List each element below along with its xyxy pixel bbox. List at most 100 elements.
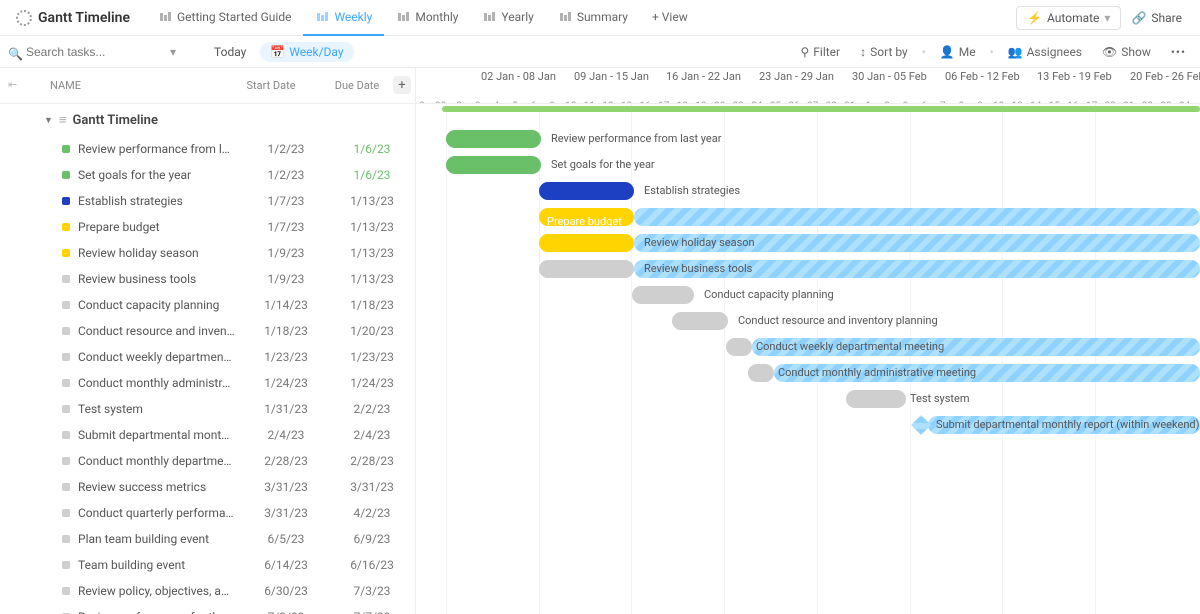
chevron-down-icon: ▾ (1104, 11, 1110, 25)
gantt-row[interactable] (416, 542, 1200, 568)
gantt-row[interactable] (416, 568, 1200, 594)
assignees-filter[interactable]: 👥Assignees (1002, 45, 1088, 59)
automate-button[interactable]: ⚡ Automate ▾ (1016, 6, 1121, 30)
gantt-bar[interactable] (446, 130, 541, 148)
status-dot (62, 301, 70, 309)
gantt-bar[interactable] (539, 234, 634, 252)
milestone-diamond[interactable] (911, 415, 931, 435)
me-filter[interactable]: 👤Me (934, 45, 982, 59)
task-row[interactable]: Test system 1/31/23 2/2/23 (0, 396, 415, 422)
eye-icon: 👁 (1102, 45, 1117, 59)
gantt-row[interactable] (416, 438, 1200, 464)
share-icon: 🔗 (1131, 11, 1146, 25)
task-start: 1/2/23 (243, 142, 329, 156)
title-text: Gantt Timeline (38, 10, 130, 26)
task-row[interactable]: Review holiday season 1/9/23 1/13/23 (0, 240, 415, 266)
gantt-row[interactable]: Review performance from last year (416, 126, 1200, 152)
tab-monthly[interactable]: Monthly (384, 0, 470, 36)
task-row[interactable]: Review business tools 1/9/23 1/13/23 (0, 266, 415, 292)
filterbar: 🔍 ▾ Today 📅 Week/Day ⚲Filter ↕Sort by • … (0, 36, 1200, 68)
gantt-bar[interactable] (748, 364, 774, 382)
gantt-bar[interactable] (846, 390, 906, 408)
task-due: 1/18/23 (329, 298, 415, 312)
gantt-body[interactable]: Review performance from last yearSet goa… (416, 104, 1200, 614)
more-button[interactable]: ••• (1165, 45, 1192, 59)
task-due: 2/28/23 (329, 454, 415, 468)
tab-summary[interactable]: Summary (546, 0, 640, 36)
gantt-row[interactable]: Review business tools (416, 256, 1200, 282)
task-row[interactable]: Conduct quarterly performance m... 3/31/… (0, 500, 415, 526)
gantt-row[interactable]: Conduct resource and inventory planning (416, 308, 1200, 334)
gantt-row[interactable]: Submit departmental monthly report (with… (416, 412, 1200, 438)
search-box[interactable]: 🔍 (8, 45, 158, 59)
task-due: 3/31/23 (329, 480, 415, 494)
tab-yearly[interactable]: Yearly (470, 0, 545, 36)
task-row[interactable]: Submit departmental monthly re... 2/4/23… (0, 422, 415, 448)
gantt-pane[interactable]: 02 Jan - 08 Jan09 Jan - 15 Jan16 Jan - 2… (416, 68, 1200, 614)
task-row[interactable]: Review success metrics 3/31/23 3/31/23 (0, 474, 415, 500)
col-name[interactable]: NAME (0, 79, 228, 92)
task-row[interactable]: Conduct monthly departmental m... 2/28/2… (0, 448, 415, 474)
task-row[interactable]: Set goals for the year 1/2/23 1/6/23 (0, 162, 415, 188)
gantt-bar[interactable]: Prepare budget (539, 208, 634, 226)
people-icon: 👥 (1008, 45, 1023, 59)
tab-label: Weekly (334, 10, 372, 24)
gantt-row[interactable]: Conduct monthly administrative meeting (416, 360, 1200, 386)
gantt-bar[interactable] (539, 182, 634, 200)
tab-guide[interactable]: Getting Started Guide (146, 0, 303, 36)
task-due: 7/7/23 (329, 610, 415, 614)
task-due: 1/6/23 (329, 168, 415, 182)
gantt-bar[interactable] (446, 156, 541, 174)
gantt-bar[interactable] (632, 286, 694, 304)
task-row[interactable]: Review policy, objectives, and busi... 6… (0, 578, 415, 604)
chevron-down-icon[interactable]: ▾ (166, 45, 180, 59)
task-start: 1/2/23 (243, 168, 329, 182)
gantt-bar[interactable] (672, 312, 728, 330)
task-row[interactable]: Review performance for the last 6 ... 7/… (0, 604, 415, 614)
gantt-row[interactable] (416, 464, 1200, 490)
share-button[interactable]: 🔗 Share (1121, 7, 1192, 29)
gantt-row[interactable]: Test system (416, 386, 1200, 412)
automate-label: Automate (1047, 11, 1099, 25)
tab-weekly[interactable]: Weekly (303, 0, 384, 36)
weekday-toggle[interactable]: 📅 Week/Day (260, 42, 353, 62)
search-input[interactable] (8, 45, 158, 59)
gantt-bar[interactable] (726, 338, 752, 356)
task-row[interactable]: Prepare budget 1/7/23 1/13/23 (0, 214, 415, 240)
gantt-row[interactable]: Review holiday season (416, 230, 1200, 256)
task-row[interactable]: Establish strategies 1/7/23 1/13/23 (0, 188, 415, 214)
today-button[interactable]: Today (208, 45, 252, 59)
gantt-bar-extension[interactable] (634, 208, 1200, 226)
topbar: Gantt Timeline Getting Started Guide Week… (0, 0, 1200, 36)
gantt-row[interactable] (416, 516, 1200, 542)
gantt-row[interactable]: Prepare budget (416, 204, 1200, 230)
gantt-row[interactable] (416, 594, 1200, 614)
gantt-row[interactable]: Set goals for the year (416, 152, 1200, 178)
task-row[interactable]: Conduct monthly administrative m... 1/24… (0, 370, 415, 396)
task-row[interactable]: Review performance from last year 1/2/23… (0, 136, 415, 162)
add-column-button[interactable]: + (393, 76, 411, 94)
filter-button[interactable]: ⚲Filter (794, 45, 846, 59)
gantt-row[interactable]: Conduct capacity planning (416, 282, 1200, 308)
task-row[interactable]: Conduct capacity planning 1/14/23 1/18/2… (0, 292, 415, 318)
sortby-label: Sort by (870, 45, 908, 59)
task-row[interactable]: Conduct resource and inventory pl... 1/1… (0, 318, 415, 344)
gantt-row[interactable] (416, 490, 1200, 516)
gantt-bar[interactable] (539, 260, 634, 278)
task-name: Set goals for the year (78, 168, 243, 182)
collapse-icon[interactable]: ⇤ (8, 78, 17, 91)
gantt-bar-label: Submit departmental monthly report (with… (936, 418, 1199, 431)
add-view-button[interactable]: + View (640, 0, 700, 36)
gantt-row[interactable]: Establish strategies (416, 178, 1200, 204)
col-start[interactable]: Start Date (228, 79, 314, 92)
task-row[interactable]: Plan team building event 6/5/23 6/9/23 (0, 526, 415, 552)
group-header[interactable]: ▼ ≡ Gantt Timeline (0, 104, 415, 136)
task-due: 1/6/23 (329, 142, 415, 156)
task-row[interactable]: Conduct weekly departmental me... 1/23/2… (0, 344, 415, 370)
show-button[interactable]: 👁Show (1096, 45, 1157, 59)
view-tabs: Getting Started Guide Weekly MonthlyYearly… (146, 0, 640, 36)
sortby-button[interactable]: ↕Sort by (854, 45, 914, 59)
gantt-row[interactable]: Conduct weekly departmental meeting (416, 334, 1200, 360)
col-due[interactable]: Due Date (314, 79, 400, 92)
task-row[interactable]: Team building event 6/14/23 6/16/23 (0, 552, 415, 578)
